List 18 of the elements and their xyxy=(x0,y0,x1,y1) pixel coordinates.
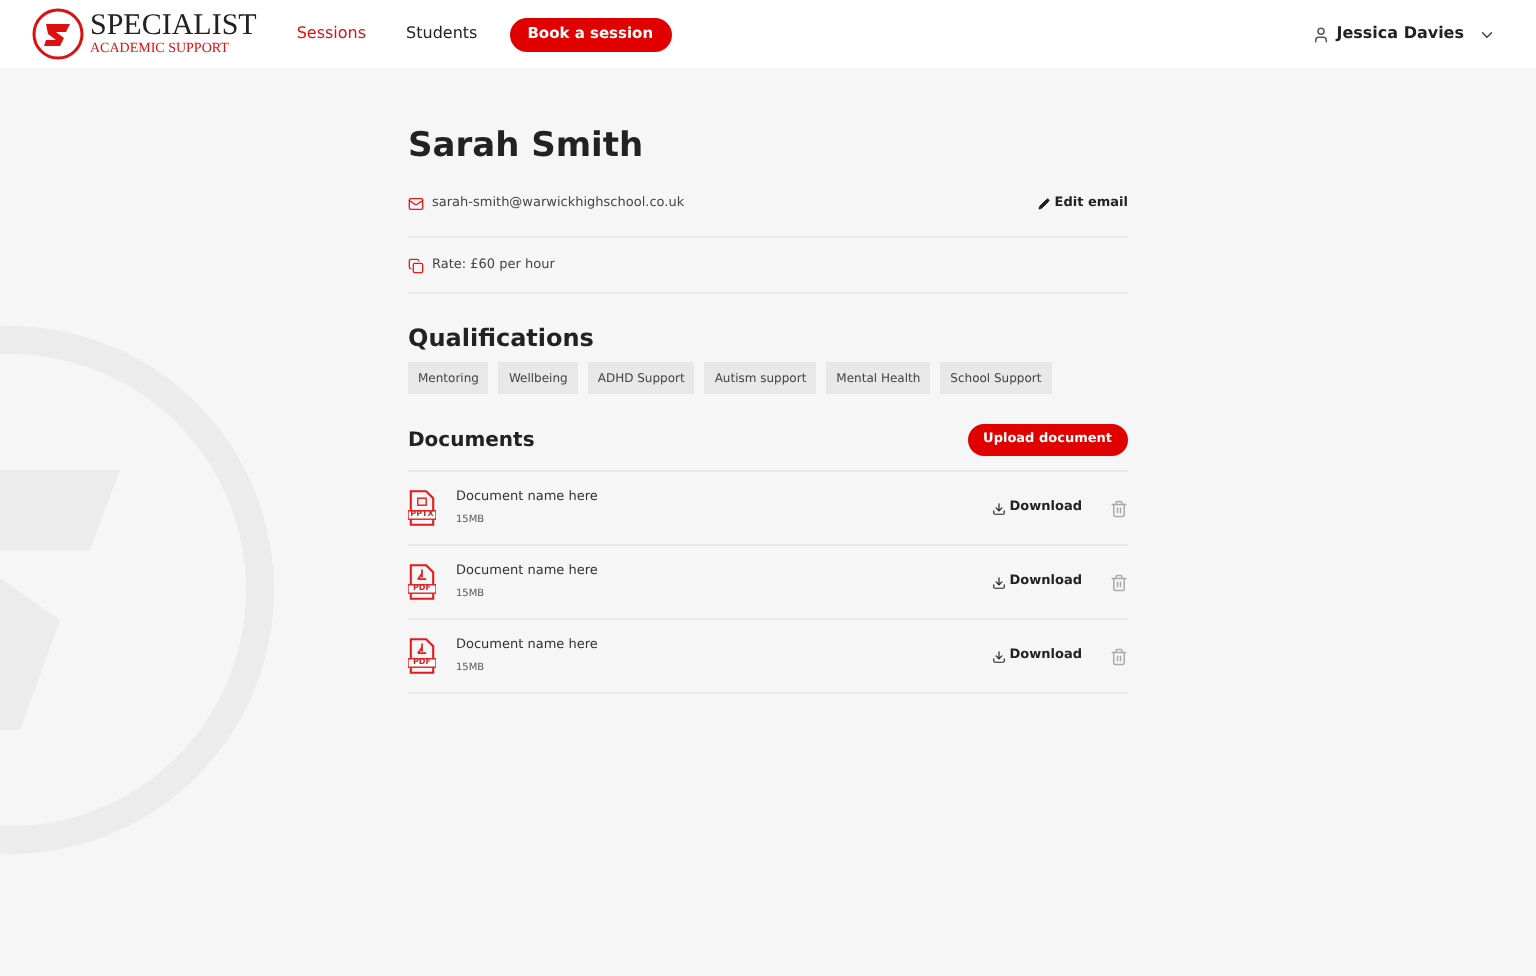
pencil-icon xyxy=(1038,198,1051,210)
delete-icon[interactable] xyxy=(1110,647,1128,665)
logo-emblem-icon xyxy=(32,8,84,60)
section-title: Qualifications xyxy=(408,322,596,354)
rate-icon xyxy=(408,257,424,273)
download-icon xyxy=(991,575,1006,589)
download-icon xyxy=(991,649,1006,663)
profile-name: Sarah Smith xyxy=(408,124,646,168)
logo-title: SPECIALIST xyxy=(90,12,257,40)
mail-icon xyxy=(408,196,424,212)
delete-icon[interactable] xyxy=(1110,573,1128,591)
section-title: Documents xyxy=(408,427,535,455)
user-name[interactable]: Jessica Davies xyxy=(1336,22,1464,46)
download-icon xyxy=(991,501,1006,515)
nav-link[interactable]: Students xyxy=(406,22,478,46)
user-icon xyxy=(1312,25,1331,43)
delete-icon[interactable] xyxy=(1110,499,1128,517)
nav-link[interactable]: Sessions xyxy=(296,22,367,46)
